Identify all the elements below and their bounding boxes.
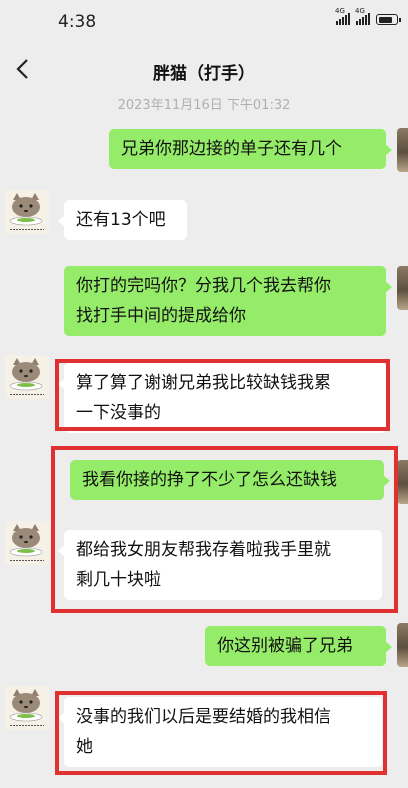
status-bar: 4:38 4G 4G — [0, 0, 408, 44]
message-bubble-received[interactable]: 都给我女朋友帮我存着啦我手里就 剩几十块啦 — [58, 530, 382, 600]
chat-title: 胖猫（打手） — [153, 64, 255, 84]
avatar[interactable] — [397, 128, 408, 172]
chat-header: 胖猫（打手） — [0, 44, 408, 94]
avatar[interactable] — [5, 190, 49, 234]
battery-icon — [376, 14, 401, 25]
message-bubble-sent[interactable]: 你打的完吗你？分我几个我去帮你 找打手中间的提成给你 — [64, 266, 392, 336]
status-time: 4:38 — [58, 12, 97, 32]
signal-icon: 4G — [335, 7, 350, 25]
avatar[interactable] — [397, 623, 408, 667]
avatar[interactable] — [397, 460, 408, 504]
avatar[interactable] — [5, 686, 49, 730]
signal-icon-2: 4G — [355, 7, 370, 25]
status-icons: 4G 4G — [335, 7, 401, 25]
message-bubble-sent[interactable]: 兄弟你那边接的单子还有几个 — [109, 129, 392, 169]
avatar[interactable] — [5, 355, 49, 399]
message-timestamp: 2023年11月16日 下午01:32 — [117, 98, 291, 113]
message-bubble-received[interactable]: 还有13个吧 — [58, 200, 187, 240]
avatar[interactable] — [5, 521, 49, 565]
message-bubble-sent[interactable]: 你这别被骗了兄弟 — [205, 626, 392, 666]
message-bubble-received[interactable]: 没事的我们以后是要结婚的我相信 她 — [58, 697, 382, 767]
message-bubble-sent[interactable]: 我看你接的挣了不少了怎么还缺钱 — [70, 460, 390, 500]
message-bubble-received[interactable]: 算了算了谢谢兄弟我比较缺钱我累 一下没事的 — [58, 363, 386, 433]
avatar[interactable] — [397, 266, 408, 310]
